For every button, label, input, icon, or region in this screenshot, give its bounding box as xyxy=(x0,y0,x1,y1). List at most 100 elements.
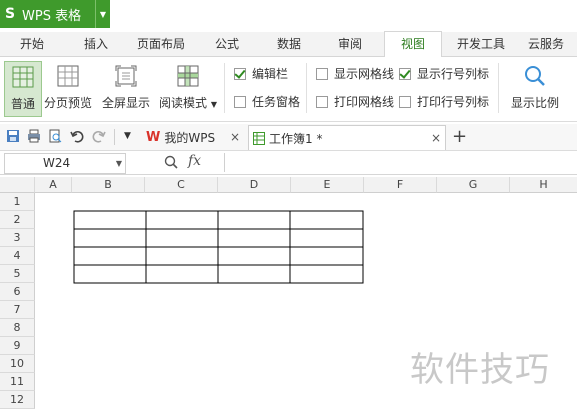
column-header[interactable]: B xyxy=(72,177,145,193)
separator xyxy=(224,63,225,113)
formula-bar: W24 ▼ fx xyxy=(0,152,577,175)
column-header[interactable]: E xyxy=(291,177,364,193)
column-header[interactable]: F xyxy=(364,177,437,193)
row-header[interactable]: 7 xyxy=(0,301,35,319)
tab-cloud-services[interactable]: 云服务 xyxy=(520,32,572,56)
checkbox-unchecked-icon xyxy=(399,95,411,108)
zoom-ratio-button[interactable]: 显示比例 xyxy=(507,61,563,115)
row-header[interactable]: 3 xyxy=(0,229,35,247)
checkbox-unchecked-icon xyxy=(316,67,328,80)
close-icon[interactable]: × xyxy=(230,130,240,144)
app-title: WPS 表格 xyxy=(22,8,82,24)
row-header[interactable]: 9 xyxy=(0,337,35,355)
checkbox-checked-icon xyxy=(234,67,246,80)
save-icon[interactable] xyxy=(6,129,20,143)
customize-dropdown-icon[interactable]: ▼ xyxy=(124,131,138,145)
tab-developer-tools[interactable]: 开发工具 xyxy=(450,32,512,56)
checkbox-label: 打印网格线 xyxy=(334,95,395,109)
doctab-label: 我的WPS xyxy=(164,130,216,145)
watermark-text: 软件技巧 xyxy=(410,350,550,390)
row-header[interactable]: 12 xyxy=(0,391,35,409)
checkbox-print-row-col-headers[interactable]: 打印行号列标 xyxy=(399,93,489,110)
ribbon: 普通 分页预览 全屏显示 阅读模式 ▼ 编辑栏 任务窗格 显示网格线 打印网格线… xyxy=(0,57,577,122)
redo-icon[interactable] xyxy=(92,129,106,143)
chevron-down-icon[interactable]: ▼ xyxy=(116,154,122,173)
reading-mode-icon xyxy=(177,65,199,87)
reading-mode-label: 阅读模式 ▼ xyxy=(159,96,217,110)
checkbox-show-row-col-headers[interactable]: 显示行号列标 xyxy=(399,65,489,82)
chevron-down-icon[interactable]: ▼ xyxy=(95,0,110,28)
doctab-my-wps[interactable]: W 我的WPS × xyxy=(146,125,244,149)
row-header[interactable]: 1 xyxy=(0,193,35,211)
row-header[interactable]: 6 xyxy=(0,283,35,301)
chevron-down-icon: ▼ xyxy=(210,100,217,109)
checkbox-show-gridlines[interactable]: 显示网格线 xyxy=(316,65,394,82)
undo-icon[interactable] xyxy=(70,129,84,143)
checkbox-label: 显示行号列标 xyxy=(417,67,490,81)
insert-function-button[interactable]: fx xyxy=(188,153,201,169)
zoom-icon xyxy=(525,66,545,86)
doctab-label: 工作簿1 * xyxy=(269,131,323,146)
spreadsheet-grid[interactable]: A B C D E F G H 1 2 3 4 5 6 7 8 9 10 11 … xyxy=(0,177,577,409)
zoom-ratio-label: 显示比例 xyxy=(510,96,559,110)
fullscreen-label: 全屏显示 xyxy=(101,96,150,110)
search-function-icon[interactable] xyxy=(164,155,178,169)
tab-start[interactable]: 开始 xyxy=(6,32,58,56)
checkbox-label: 编辑栏 xyxy=(252,67,289,81)
checkbox-checked-icon xyxy=(399,67,411,80)
fullscreen-icon xyxy=(115,65,137,87)
checkbox-unchecked-icon xyxy=(234,95,246,108)
close-icon[interactable]: × xyxy=(431,131,441,145)
checkbox-label: 打印行号列标 xyxy=(417,95,490,109)
tab-review[interactable]: 审阅 xyxy=(326,32,374,56)
normal-view-button[interactable]: 普通 xyxy=(4,61,42,117)
page-break-preview-button[interactable]: 分页预览 xyxy=(42,61,94,115)
separator xyxy=(306,63,307,113)
checkbox-label: 显示网格线 xyxy=(334,67,395,81)
new-tab-icon[interactable]: + xyxy=(452,126,468,147)
column-header[interactable]: A xyxy=(35,177,72,193)
column-header[interactable]: C xyxy=(145,177,218,193)
checkbox-print-gridlines[interactable]: 打印网格线 xyxy=(316,93,394,110)
separator xyxy=(498,63,499,113)
checkbox-task-pane[interactable]: 任务窗格 xyxy=(234,93,300,110)
column-header[interactable]: D xyxy=(218,177,291,193)
tab-view[interactable]: 视图 xyxy=(384,31,442,58)
tab-formulas[interactable]: 公式 xyxy=(203,32,251,56)
name-box[interactable]: W24 ▼ xyxy=(4,153,126,174)
doctab-workbook1[interactable]: 工作簿1 * × xyxy=(248,125,446,150)
row-header[interactable]: 8 xyxy=(0,319,35,337)
menu-bar: 开始 插入 页面布局 公式 数据 审阅 视图 开发工具 云服务 xyxy=(0,31,577,58)
reading-mode-button[interactable]: 阅读模式 ▼ xyxy=(158,61,218,115)
normal-view-label: 普通 xyxy=(10,97,35,111)
tab-data[interactable]: 数据 xyxy=(265,32,313,56)
checkbox-formula-bar[interactable]: 编辑栏 xyxy=(234,65,288,82)
checkbox-label: 任务窗格 xyxy=(252,95,301,109)
row-header[interactable]: 2 xyxy=(0,211,35,229)
select-all-corner[interactable] xyxy=(0,177,35,193)
wps-logo-icon: W xyxy=(146,129,161,145)
formula-input[interactable] xyxy=(224,153,577,172)
title-bar: S WPS 表格 ▼ xyxy=(0,0,577,28)
column-header[interactable]: H xyxy=(510,177,577,193)
quick-access-toolbar: ▼ W 我的WPS × 工作簿1 * × + xyxy=(0,124,577,151)
row-header[interactable]: 4 xyxy=(0,247,35,265)
tab-insert[interactable]: 插入 xyxy=(70,32,122,56)
wps-s-logo-icon: S xyxy=(5,6,16,22)
fullscreen-button[interactable]: 全屏显示 xyxy=(100,61,152,115)
row-header[interactable]: 10 xyxy=(0,355,35,373)
print-icon[interactable] xyxy=(27,129,41,143)
bordered-table[interactable] xyxy=(73,210,365,285)
separator xyxy=(114,129,115,145)
tab-page-layout[interactable]: 页面布局 xyxy=(130,32,192,56)
app-menu-button[interactable]: S WPS 表格 ▼ xyxy=(0,0,110,28)
page-break-preview-icon xyxy=(57,65,79,87)
spreadsheet-icon xyxy=(253,131,265,145)
row-header[interactable]: 5 xyxy=(0,265,35,283)
row-header[interactable]: 11 xyxy=(0,373,35,391)
normal-view-icon xyxy=(12,66,34,88)
checkbox-unchecked-icon xyxy=(316,95,328,108)
cell-reference: W24 xyxy=(43,156,71,170)
print-preview-icon[interactable] xyxy=(48,129,62,143)
column-header[interactable]: G xyxy=(437,177,510,193)
